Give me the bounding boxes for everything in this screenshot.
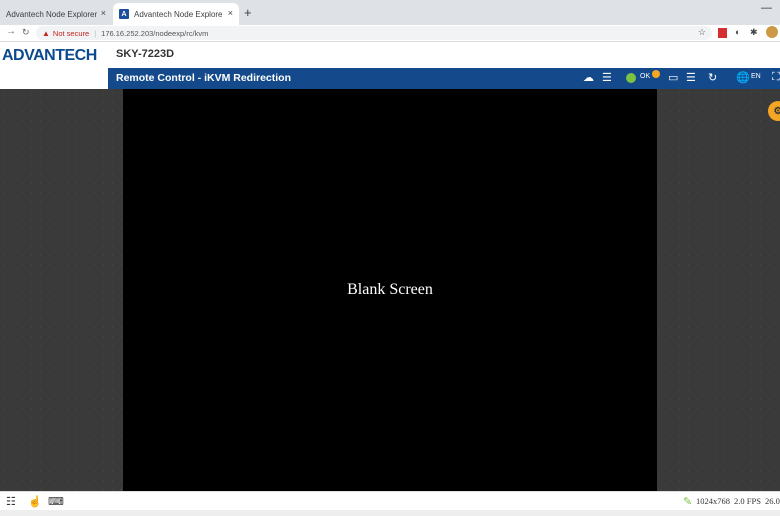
- bookmark-star-icon[interactable]: ☆: [698, 27, 706, 38]
- device-model: SKY-7223D: [116, 48, 175, 60]
- fps-label: 2.0 FPS: [734, 496, 761, 506]
- list-icon[interactable]: ☰: [602, 71, 612, 84]
- refresh-icon[interactable]: ↻: [708, 71, 717, 84]
- extension-circle-icon[interactable]: ◐: [735, 27, 740, 37]
- browser-tab-bar: Advantech Node Explorer × A Advantech No…: [0, 0, 780, 25]
- page-title: Remote Control - iKVM Redirection: [116, 72, 292, 84]
- mouse-pointer-icon[interactable]: ☝: [28, 495, 42, 508]
- menu-list-icon[interactable]: ☰: [686, 71, 696, 84]
- tab-title: Advantech Node Explorer: [6, 9, 98, 19]
- cloud-upload-icon[interactable]: ☁: [583, 71, 594, 84]
- forward-arrow-icon[interactable]: →: [6, 26, 16, 37]
- close-tab-icon[interactable]: ×: [101, 8, 106, 18]
- extra-status-label: 26.0: [765, 496, 780, 506]
- new-tab-button[interactable]: +: [244, 5, 252, 20]
- tab-title: Advantech Node Explorer - iKVM: [134, 9, 222, 19]
- puzzle-extension-icon[interactable]: ✱: [750, 27, 758, 38]
- url-field[interactable]: ▲ Not secure | 176.16.252.203/nodeexp/rc…: [36, 26, 712, 40]
- keyboard-icon[interactable]: ⌨: [48, 495, 64, 508]
- url-separator: |: [94, 28, 97, 38]
- logo-area: [0, 68, 108, 89]
- advantech-favicon-icon: A: [119, 9, 129, 19]
- minimize-window-button[interactable]: —: [761, 2, 772, 14]
- profile-avatar[interactable]: [766, 26, 778, 38]
- reload-icon[interactable]: ↻: [22, 27, 30, 38]
- notification-badge: [652, 70, 660, 78]
- security-label[interactable]: Not secure: [53, 29, 89, 38]
- kvm-toolbar: ☷ ☝ ⌨ ✎ 1024x768 2.0 FPS 26.0: [0, 491, 780, 510]
- edit-pencil-icon[interactable]: ✎: [683, 495, 692, 508]
- fullscreen-icon[interactable]: ⛶: [772, 71, 780, 84]
- advantech-logo: ADVANTECH: [0, 43, 108, 68]
- close-tab-icon[interactable]: ×: [228, 8, 233, 18]
- monitor-icon[interactable]: ▭: [668, 71, 678, 84]
- resolution-label: 1024x768: [696, 496, 730, 506]
- status-ok-label: OK: [640, 73, 651, 80]
- warning-icon: ▲: [42, 28, 50, 38]
- status-ok-icon: [626, 73, 636, 83]
- tab-ikvm[interactable]: A Advantech Node Explorer - iKVM ×: [113, 3, 239, 25]
- settings-sliders-icon[interactable]: ☷: [6, 495, 16, 508]
- bottom-strip: [0, 510, 780, 516]
- address-bar-row: → ↻ ▲ Not secure | 176.16.252.203/nodeex…: [0, 25, 780, 42]
- url-text[interactable]: 176.16.252.203/nodeexp/rc/kvm: [101, 29, 208, 38]
- page-title-bar: Remote Control - iKVM Redirection ☁ ☰ OK…: [108, 68, 780, 89]
- language-label[interactable]: EN: [751, 73, 761, 80]
- pdf-extension-icon[interactable]: [718, 28, 727, 38]
- kvm-screen[interactable]: Blank Screen: [123, 89, 657, 491]
- globe-icon[interactable]: 🌐: [736, 71, 750, 84]
- kvm-screen-text: Blank Screen: [347, 281, 433, 298]
- tab-advantech-node-explorer[interactable]: Advantech Node Explorer ×: [0, 3, 112, 25]
